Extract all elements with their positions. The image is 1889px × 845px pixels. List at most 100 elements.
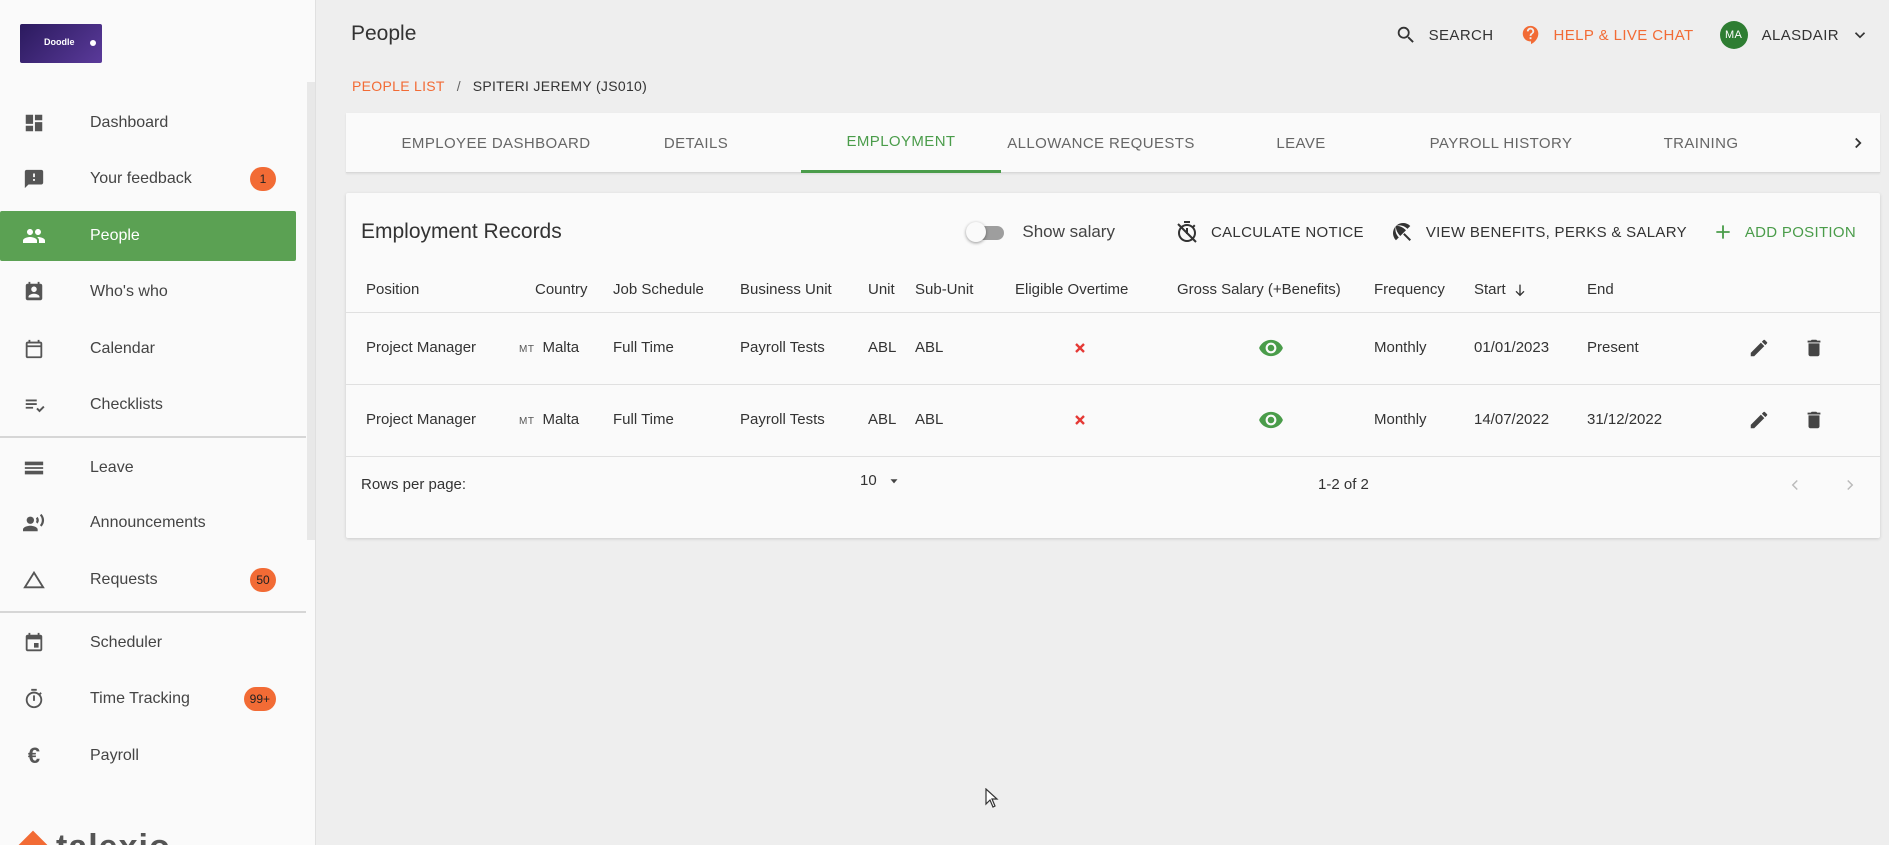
brand-name: talexio <box>56 828 171 845</box>
leave-icon <box>22 456 46 480</box>
breadcrumb: PEOPLE LIST / SPITERI JEREMY (JS010) <box>352 78 647 94</box>
eye-icon[interactable] <box>1258 407 1284 433</box>
calculate-notice-label: CALCULATE NOTICE <box>1210 223 1364 241</box>
breadcrumb-separator: / <box>456 78 461 94</box>
calculate-notice-button[interactable]: CALCULATE NOTICE <box>1175 220 1364 244</box>
avatar: MA <box>1719 21 1748 49</box>
sidebar-scrollbar[interactable] <box>307 82 315 540</box>
view-benefits-label: VIEW BENEFITS, PERKS & SALARY <box>1425 223 1687 241</box>
sidebar-item-whos-who[interactable]: Who's who <box>0 267 296 317</box>
cell-frequency: Monthly <box>1374 339 1427 356</box>
breadcrumb-current: SPITERI JEREMY (JS010) <box>472 78 648 94</box>
tab-leave[interactable]: LEAVE <box>1201 113 1401 173</box>
show-salary-label: Show salary <box>1022 222 1115 241</box>
next-page-button[interactable] <box>1837 472 1863 498</box>
feedback-count-badge: 1 <box>250 167 276 191</box>
chevron-down-icon <box>1851 26 1869 44</box>
delete-icon[interactable] <box>1801 407 1827 433</box>
delete-icon[interactable] <box>1801 335 1827 361</box>
sidebar-item-checklists[interactable]: Checklists <box>0 380 296 430</box>
table-pagination: Rows per page: 10 1-2 of 2 <box>346 458 1880 508</box>
cell-start: 01/01/2023 <box>1474 339 1550 356</box>
column-header-unit[interactable]: Unit <box>868 281 895 298</box>
column-header-end[interactable]: End <box>1587 281 1614 298</box>
sidebar-item-label: Time Tracking <box>90 690 190 707</box>
employment-records-card: Employment Records Show salary CALCULATE… <box>346 193 1880 538</box>
sidebar-item-announcements[interactable]: Announcements <box>0 498 296 548</box>
help-label: HELP & LIVE CHAT <box>1553 26 1694 44</box>
sidebar-item-label: Dashboard <box>90 114 169 131</box>
sidebar-item-leave[interactable]: Leave <box>0 443 296 493</box>
sidebar-item-label: Who's who <box>90 283 168 300</box>
header-actions: SEARCH HELP & LIVE CHAT MA ALASDAIR <box>1369 20 1869 50</box>
help-icon <box>1520 24 1542 46</box>
column-header-frequency[interactable]: Frequency <box>1374 281 1445 298</box>
column-header-gross-salary[interactable]: Gross Salary (+Benefits) <box>1177 281 1341 298</box>
edit-icon[interactable] <box>1746 335 1772 361</box>
logo-dot <box>90 40 96 46</box>
tab-payroll-history[interactable]: PAYROLL HISTORY <box>1401 113 1601 173</box>
card-actions: Show salary CALCULATE NOTICE VIEW BENEFI… <box>966 217 1856 247</box>
dropdown-arrow-icon <box>887 474 901 488</box>
sidebar-item-calendar[interactable]: Calendar <box>0 324 296 374</box>
column-header-country[interactable]: Country <box>535 281 588 298</box>
sidebar-item-label: Leave <box>90 459 134 476</box>
table-header: Position Country Job Schedule Business U… <box>346 265 1880 313</box>
cell-job-schedule: Full Time <box>613 339 674 356</box>
sidebar-item-scheduler[interactable]: Scheduler <box>0 618 296 668</box>
cell-end: Present <box>1587 339 1639 356</box>
pagination-range: 1-2 of 2 <box>1318 476 1369 493</box>
help-live-chat-button[interactable]: HELP & LIVE CHAT <box>1520 24 1694 46</box>
brand-mark-icon <box>14 830 52 845</box>
user-menu-button[interactable]: MA ALASDAIR <box>1719 21 1869 49</box>
add-position-label: ADD POSITION <box>1744 223 1856 241</box>
column-header-start[interactable]: Start <box>1474 281 1528 298</box>
cell-business-unit: Payroll Tests <box>740 339 825 356</box>
timer-off-icon <box>1175 220 1199 244</box>
feedback-icon <box>22 167 46 191</box>
logo-text: Doodle <box>44 37 75 47</box>
table-row: Project Manager MT Malta Full Time Payrol… <box>346 385 1880 457</box>
chevron-right-icon <box>1855 137 1862 149</box>
rows-per-page-select[interactable]: 10 <box>860 472 901 489</box>
tabs-scroll-right-button[interactable] <box>1846 131 1870 155</box>
previous-page-button[interactable] <box>1782 472 1808 498</box>
sidebar-item-requests[interactable]: Requests 50 <box>0 555 296 605</box>
tab-details[interactable]: DETAILS <box>596 113 796 173</box>
tab-employee-dashboard[interactable]: EMPLOYEE DASHBOARD <box>396 113 596 173</box>
sidebar-item-your-feedback[interactable]: Your feedback 1 <box>0 154 296 204</box>
sidebar-item-label: Your feedback <box>90 170 192 187</box>
view-benefits-button[interactable]: VIEW BENEFITS, PERKS & SALARY <box>1390 220 1687 244</box>
country-code: MT <box>519 416 535 427</box>
eye-icon[interactable] <box>1258 335 1284 361</box>
people-icon <box>22 224 46 248</box>
cell-sub-unit: ABL <box>915 339 944 356</box>
cell-country: MT Malta <box>519 411 579 428</box>
breadcrumb-people-list[interactable]: PEOPLE LIST <box>352 78 445 94</box>
tab-training[interactable]: TRAINING <box>1601 113 1801 173</box>
search-button[interactable]: SEARCH <box>1395 24 1494 46</box>
column-header-business-unit[interactable]: Business Unit <box>740 281 832 298</box>
search-label: SEARCH <box>1428 26 1494 44</box>
column-header-sub-unit[interactable]: Sub-Unit <box>915 281 973 298</box>
tab-employment[interactable]: EMPLOYMENT <box>801 113 1001 173</box>
column-header-job-schedule[interactable]: Job Schedule <box>613 281 704 298</box>
sidebar-item-dashboard[interactable]: Dashboard <box>0 98 296 148</box>
column-header-eligible-overtime[interactable]: Eligible Overtime <box>1015 281 1128 298</box>
announcement-icon <box>22 511 46 535</box>
sidebar-item-time-tracking[interactable]: Time Tracking 99+ <box>0 674 296 724</box>
add-position-button[interactable]: ADD POSITION <box>1713 222 1856 242</box>
country-name: Malta <box>542 411 580 428</box>
cell-position: Project Manager <box>366 411 477 428</box>
card-title: Employment Records <box>361 220 562 243</box>
sidebar-item-people[interactable]: People <box>0 211 296 261</box>
app-logo[interactable]: Doodle <box>20 24 102 63</box>
edit-icon[interactable] <box>1746 407 1772 433</box>
tab-allowance-requests[interactable]: ALLOWANCE REQUESTS <box>1001 113 1201 173</box>
cell-position: Project Manager <box>366 339 477 356</box>
sidebar-item-label: Payroll <box>90 747 139 764</box>
timer-icon <box>22 687 46 711</box>
column-header-position[interactable]: Position <box>366 281 419 298</box>
sidebar-item-payroll[interactable]: € Payroll <box>0 731 296 781</box>
show-salary-toggle[interactable] <box>966 221 1008 243</box>
